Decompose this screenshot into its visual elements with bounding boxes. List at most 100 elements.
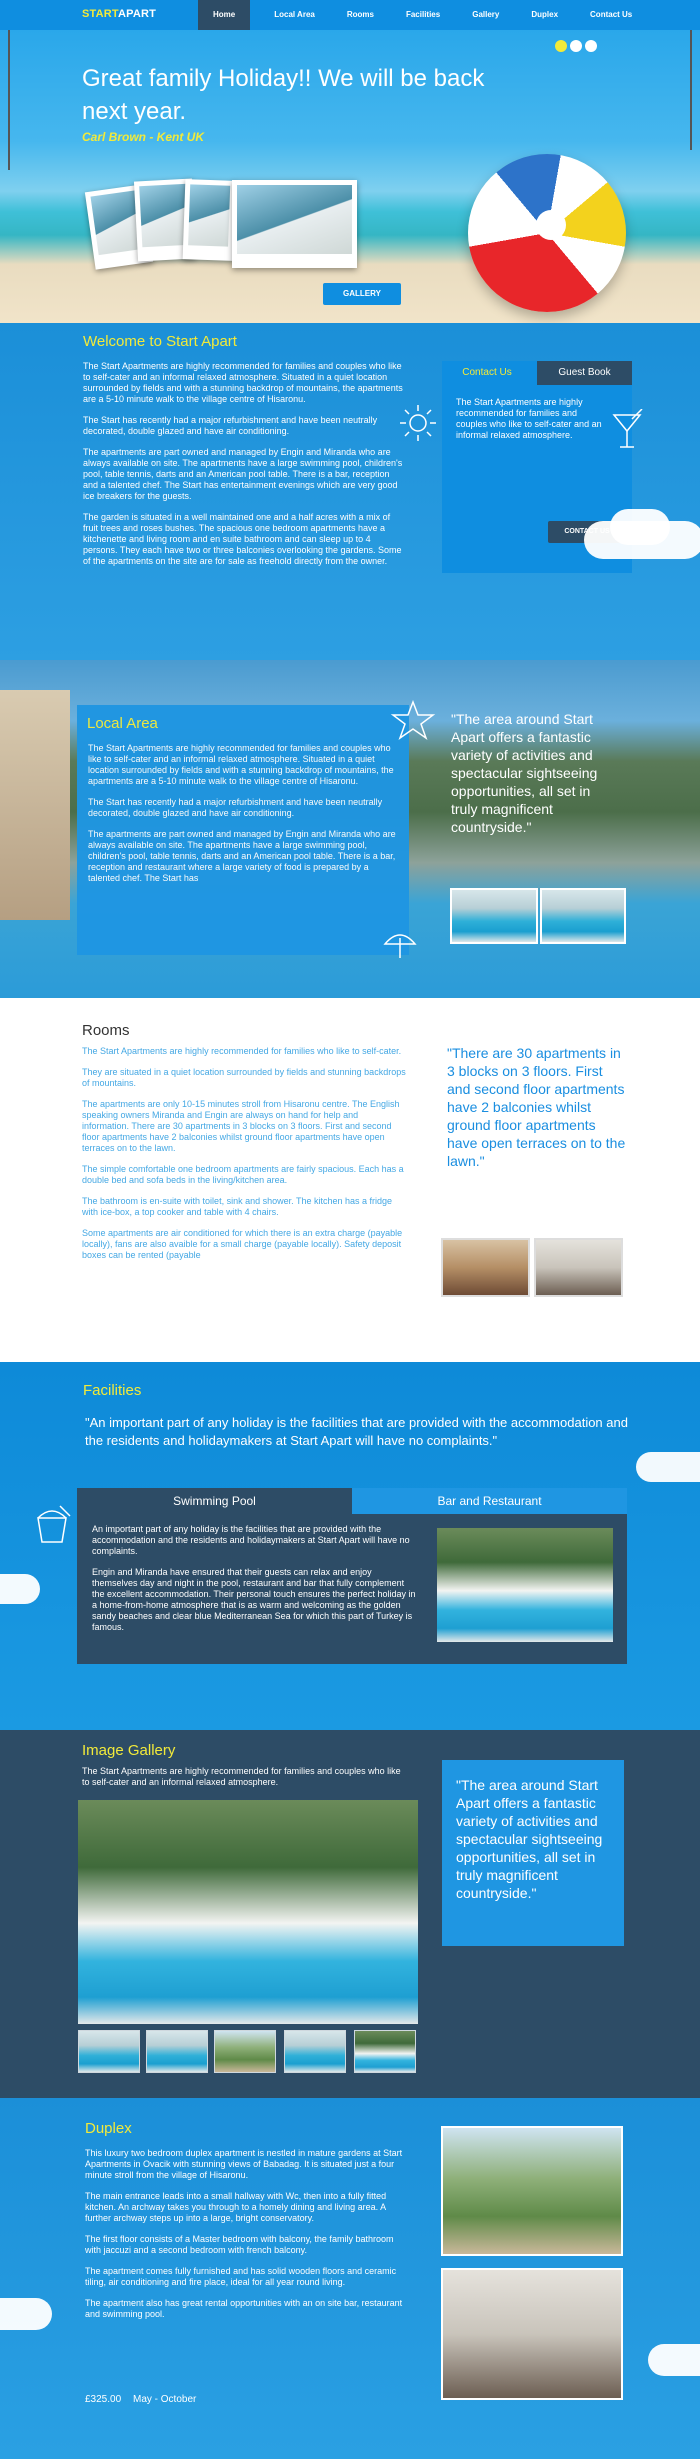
local-area-paragraph: The Start Apartments are highly recommen… bbox=[88, 743, 394, 786]
tab-contact-us[interactable]: Contact Us bbox=[442, 361, 532, 385]
contact-text: The Start Apartments are highly recommen… bbox=[456, 397, 602, 440]
palm-decoration bbox=[8, 30, 10, 170]
facilities-tab-content: An important part of any holiday is the … bbox=[77, 1514, 627, 1664]
local-area-quote: "The area around Start Apart offers a fa… bbox=[451, 711, 598, 835]
welcome-section: Welcome to Start Apart The Start Apartme… bbox=[0, 323, 700, 660]
gallery-thumbnail[interactable] bbox=[214, 2030, 276, 2073]
tab-guest-book[interactable]: Guest Book bbox=[537, 361, 632, 385]
local-area-photo bbox=[450, 888, 538, 944]
starfish-icon bbox=[390, 700, 436, 740]
welcome-paragraph: The Start Apartments are highly recommen… bbox=[83, 361, 403, 404]
gallery-title: Image Gallery bbox=[82, 1742, 176, 1759]
cloud-decoration bbox=[610, 509, 670, 545]
cloud-decoration bbox=[0, 2298, 52, 2330]
duplex-price: £325.00 bbox=[85, 2394, 122, 2405]
top-navbar: STARTAPART Home Local Area Rooms Facilit… bbox=[0, 0, 700, 30]
local-area-box: Local Area The Start Apartments are high… bbox=[77, 705, 409, 955]
beach-ball-image bbox=[468, 154, 626, 312]
welcome-title: Welcome to Start Apart bbox=[83, 333, 237, 350]
site-logo[interactable]: STARTAPART bbox=[82, 8, 156, 20]
gallery-main-image bbox=[78, 1800, 418, 2024]
duplex-garden-photo bbox=[441, 2126, 623, 2256]
gallery-quote-box: "The area around Start Apart offers a fa… bbox=[442, 1760, 624, 1946]
duplex-paragraph: This luxury two bedroom duplex apartment… bbox=[85, 2148, 403, 2180]
welcome-paragraph: The garden is situated in a well maintai… bbox=[83, 512, 402, 566]
facilities-paragraph: An important part of any holiday is the … bbox=[92, 1524, 410, 1556]
gallery-button[interactable]: GALLERY bbox=[323, 283, 401, 305]
duplex-paragraph: The apartment comes fully furnished and … bbox=[85, 2266, 397, 2287]
facilities-title: Facilities bbox=[83, 1382, 142, 1399]
duplex-paragraph: The first floor consists of a Master bed… bbox=[85, 2234, 394, 2255]
local-area-photo bbox=[540, 888, 626, 944]
slider-dot[interactable] bbox=[585, 40, 597, 52]
polaroid-photo bbox=[232, 180, 357, 268]
hero-author: Carl Brown - Kent UK bbox=[82, 130, 205, 144]
nav-contact-us[interactable]: Contact Us bbox=[582, 0, 640, 30]
image-gallery-section: Image Gallery The Start Apartments are h… bbox=[0, 1730, 700, 2098]
nav-gallery[interactable]: Gallery bbox=[464, 0, 507, 30]
nav-home[interactable]: Home bbox=[198, 0, 251, 30]
local-area-paragraph: The Start has recently had a major refur… bbox=[88, 797, 383, 818]
facilities-text: An important part of any holiday is the … bbox=[92, 1524, 417, 1643]
tab-swimming-pool[interactable]: Swimming Pool bbox=[77, 1488, 352, 1514]
nav-facilities[interactable]: Facilities bbox=[398, 0, 448, 30]
rooms-title: Rooms bbox=[82, 1022, 130, 1039]
slider-dot[interactable] bbox=[555, 40, 567, 52]
rooms-paragraph: Some apartments are air conditioned for … bbox=[82, 1228, 403, 1260]
cloud-decoration bbox=[636, 1452, 700, 1482]
room-photo bbox=[534, 1238, 623, 1297]
duplex-paragraph: The apartment also has great rental oppo… bbox=[85, 2298, 403, 2319]
welcome-text: The Start Apartments are highly recommen… bbox=[83, 361, 405, 577]
gallery-thumbnail[interactable] bbox=[146, 2030, 208, 2073]
welcome-paragraph: The apartments are part owned and manage… bbox=[83, 447, 403, 501]
umbrella-icon bbox=[383, 934, 417, 958]
local-area-paragraph: The apartments are part owned and manage… bbox=[88, 829, 396, 883]
logo-start: START bbox=[82, 8, 119, 20]
hero-headline: Great family Holiday!! We will be back n… bbox=[82, 65, 485, 125]
gallery-thumbnail[interactable] bbox=[354, 2030, 416, 2073]
facilities-paragraph: Engin and Miranda have ensured that thei… bbox=[92, 1567, 416, 1632]
rooms-paragraph: The simple comfortable one bedroom apart… bbox=[82, 1164, 404, 1185]
facilities-section: Facilities "An important part of any hol… bbox=[0, 1362, 700, 1730]
nav-links: Home Local Area Rooms Facilities Gallery… bbox=[198, 0, 656, 30]
polaroid-photo bbox=[182, 179, 236, 261]
tab-bar-restaurant[interactable]: Bar and Restaurant bbox=[352, 1488, 627, 1514]
hero-banner: Great family Holiday!! We will be back n… bbox=[0, 30, 700, 323]
palm-decoration bbox=[690, 30, 692, 150]
duplex-text: This luxury two bedroom duplex apartment… bbox=[85, 2148, 405, 2330]
villa-image bbox=[0, 690, 70, 920]
beach-bucket-icon bbox=[37, 1505, 71, 1543]
duplex-paragraph: The main entrance leads into a small hal… bbox=[85, 2191, 387, 2223]
cloud-decoration bbox=[648, 2344, 700, 2376]
facilities-quote: "An important part of any holiday is the… bbox=[85, 1415, 628, 1448]
logo-apart: APART bbox=[118, 8, 157, 20]
rooms-paragraph: The apartments are only 10-15 minutes st… bbox=[82, 1099, 400, 1153]
duplex-interior-photo bbox=[441, 2268, 623, 2400]
rooms-quote: "There are 30 apartments in 3 blocks on … bbox=[447, 1045, 626, 1169]
local-area-title: Local Area bbox=[87, 715, 158, 732]
cloud-decoration bbox=[0, 1574, 40, 1604]
local-area-text: The Start Apartments are highly recommen… bbox=[88, 743, 398, 943]
rooms-section: Rooms The Start Apartments are highly re… bbox=[0, 998, 700, 1362]
rooms-paragraph: The bathroom is en-suite with toilet, si… bbox=[82, 1196, 392, 1217]
duplex-title: Duplex bbox=[85, 2120, 132, 2137]
rooms-paragraph: They are situated in a quiet location su… bbox=[82, 1067, 406, 1088]
nav-local-area[interactable]: Local Area bbox=[266, 0, 323, 30]
welcome-paragraph: The Start has recently had a major refur… bbox=[83, 415, 378, 436]
rooms-text: The Start Apartments are highly recommen… bbox=[82, 1046, 407, 1271]
rooms-paragraph: The Start Apartments are highly recommen… bbox=[82, 1046, 402, 1056]
duplex-section: Duplex This luxury two bedroom duplex ap… bbox=[0, 2098, 700, 2459]
pool-photo bbox=[435, 1526, 615, 1644]
nav-rooms[interactable]: Rooms bbox=[339, 0, 382, 30]
gallery-thumbnail[interactable] bbox=[78, 2030, 140, 2073]
slider-dots bbox=[555, 40, 597, 52]
cocktail-icon bbox=[612, 409, 643, 448]
slider-dot[interactable] bbox=[570, 40, 582, 52]
gallery-intro: The Start Apartments are highly recommen… bbox=[82, 1766, 401, 1787]
duplex-season: May - October bbox=[133, 2394, 197, 2405]
gallery-thumbnail[interactable] bbox=[284, 2030, 346, 2073]
gallery-quote: "The area around Start Apart offers a fa… bbox=[456, 1777, 603, 1901]
nav-duplex[interactable]: Duplex bbox=[523, 0, 566, 30]
sun-icon bbox=[400, 405, 436, 441]
room-photo bbox=[441, 1238, 530, 1297]
